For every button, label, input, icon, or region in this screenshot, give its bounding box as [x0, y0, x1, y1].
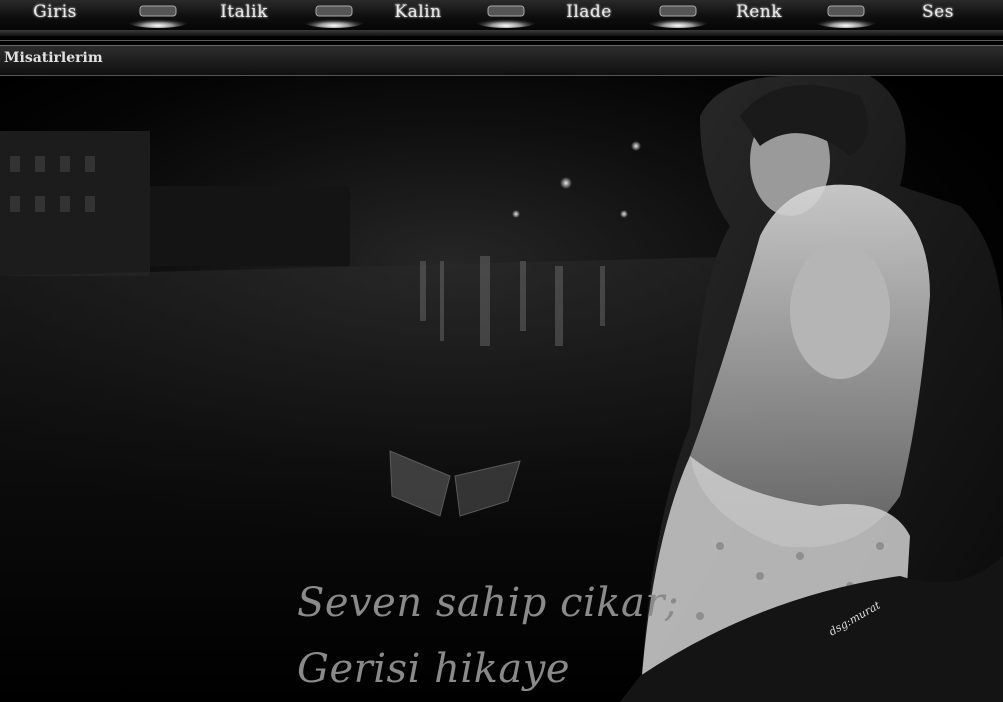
sub-header-bar: Misatirlerim: [0, 45, 1003, 76]
quote-line-2: Gerisi hikaye: [297, 646, 570, 692]
top-nav-bar: Giris Italik Kalin Ilade Renk Ses: [0, 0, 1003, 41]
nav-kalin[interactable]: Kalin: [382, 1, 454, 23]
lamp-icon: [646, 2, 710, 28]
quote-line-1: Seven sahip cikar;: [297, 580, 679, 626]
background-artwork: Seven sahip cikar; Gerisi hikaye dsg:mur…: [0, 76, 1003, 702]
nav-ilade[interactable]: Ilade: [552, 1, 626, 23]
nav-italik[interactable]: Italik: [208, 1, 280, 23]
nav-ses[interactable]: Ses: [906, 1, 970, 23]
nav-giris[interactable]: Giris: [20, 1, 90, 23]
lamp-icon: [302, 2, 366, 28]
lamp-icon: [126, 2, 190, 28]
nav-renk[interactable]: Renk: [724, 1, 794, 23]
lamp-icon: [474, 2, 538, 28]
lamp-icon: [814, 2, 878, 28]
page-title[interactable]: Misatirlerim: [4, 50, 103, 66]
